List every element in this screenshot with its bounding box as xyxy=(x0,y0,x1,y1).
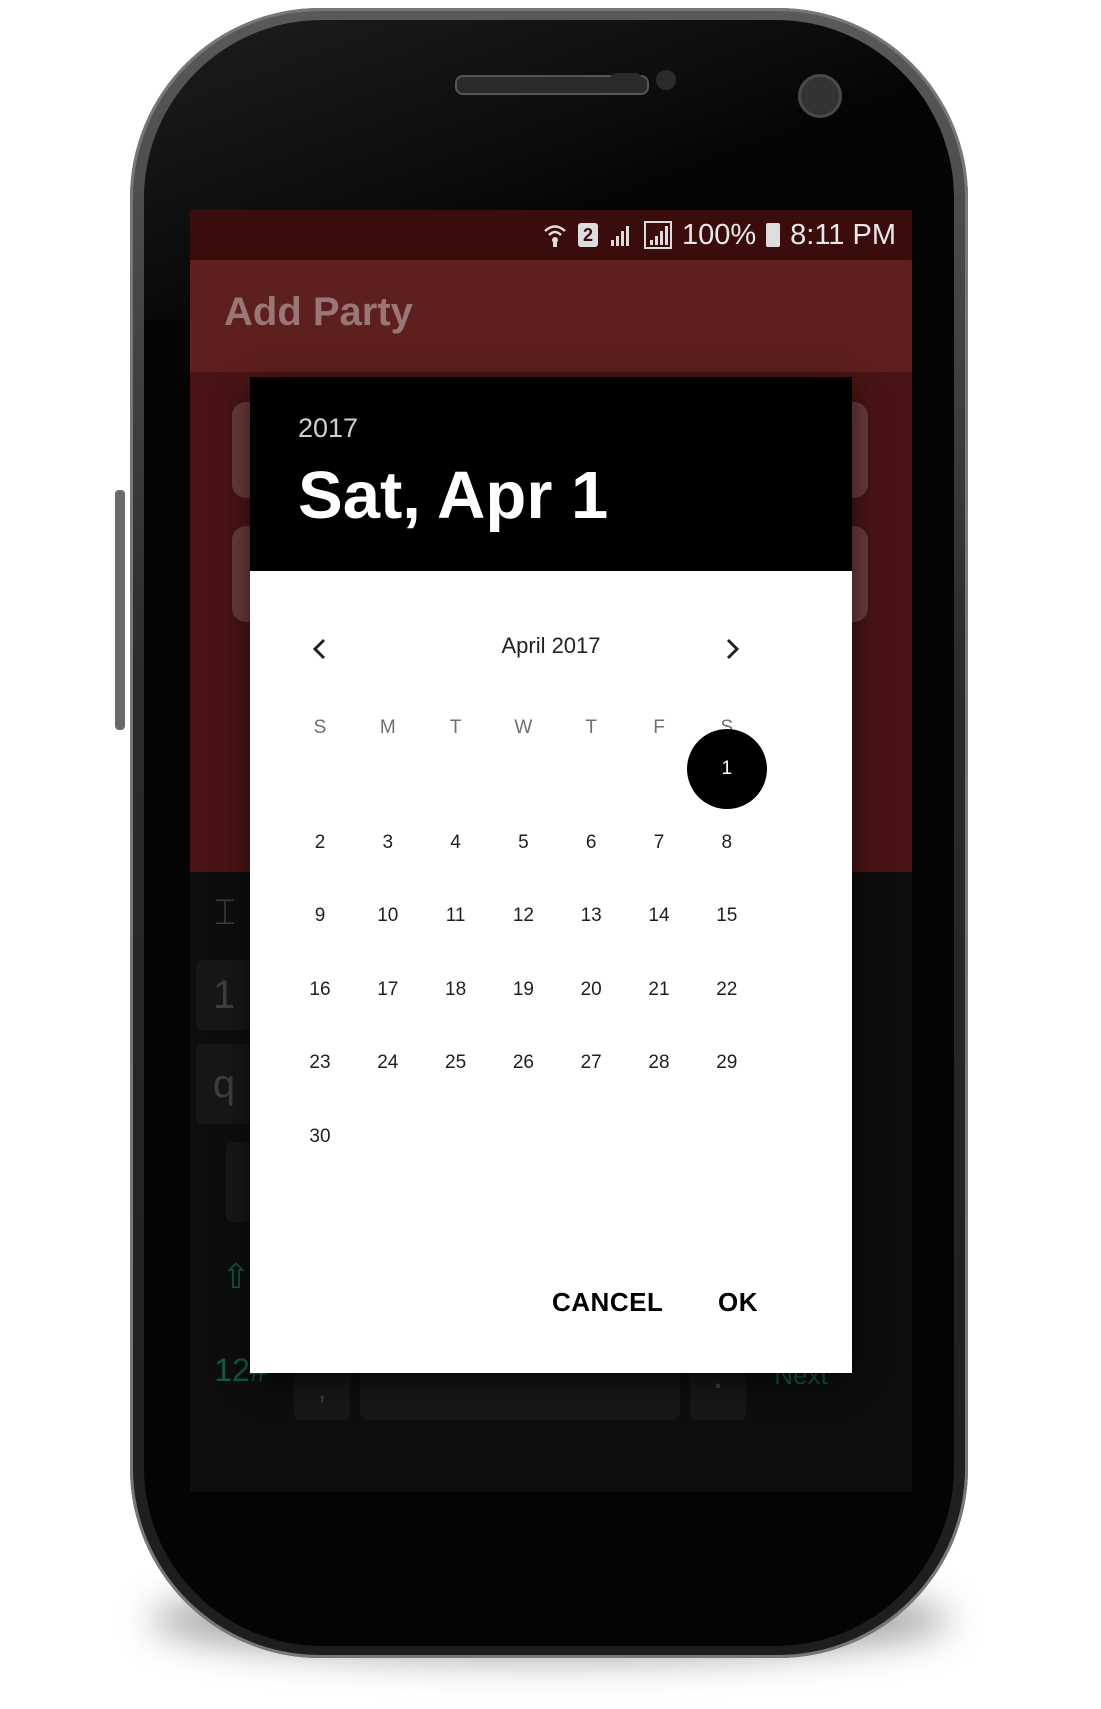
key-q[interactable]: q xyxy=(196,1044,252,1124)
weekday-label: M xyxy=(379,717,396,738)
key-1[interactable]: 1 xyxy=(196,960,252,1030)
weekday-label: T xyxy=(449,717,462,738)
date-picker-header: 2017 Sat, Apr 1 xyxy=(250,377,852,571)
signal-icon xyxy=(608,222,634,248)
light-sensor xyxy=(656,70,676,90)
calendar-day[interactable]: 22 xyxy=(697,970,757,1010)
calendar-day[interactable]: 26 xyxy=(493,1043,553,1083)
clock: 8:11 PM xyxy=(790,218,896,251)
chevron-right-icon xyxy=(726,638,740,660)
calendar-day[interactable]: 12 xyxy=(493,896,553,936)
calendar-day[interactable]: 5 xyxy=(493,823,553,863)
calendar-day[interactable]: 2 xyxy=(290,823,350,863)
calendar-day[interactable]: 13 xyxy=(561,896,621,936)
calendar-day[interactable]: 6 xyxy=(561,823,621,863)
calendar-day[interactable]: 16 xyxy=(290,970,350,1010)
calendar-day[interactable]: 17 xyxy=(358,970,418,1010)
weekday-label: T xyxy=(585,717,597,738)
phone-screen: 2 100% 8:11 PM Add Party ⌶ ☺ 1 0 q p ⇧ ⌫… xyxy=(190,210,912,1492)
calendar-day[interactable]: 19 xyxy=(493,970,553,1010)
page-title: Add Party xyxy=(224,290,413,334)
volume-button xyxy=(115,490,125,730)
key-comma-label: , xyxy=(317,1373,327,1406)
battery-icon xyxy=(766,223,781,247)
header-year[interactable]: 2017 xyxy=(298,413,358,444)
calendar-day[interactable]: 29 xyxy=(697,1043,757,1083)
calendar-day[interactable]: 30 xyxy=(290,1117,350,1157)
signal-icon xyxy=(643,221,672,249)
calendar-day[interactable]: 8 xyxy=(697,823,757,863)
front-camera xyxy=(798,74,842,118)
month-label: April 2017 xyxy=(501,633,601,658)
header-date[interactable]: Sat, Apr 1 xyxy=(298,457,608,534)
cancel-button[interactable]: CANCEL xyxy=(552,1287,663,1318)
calendar-day[interactable]: 4 xyxy=(426,823,486,863)
calendar-day[interactable]: 18 xyxy=(426,970,486,1010)
calendar-day[interactable]: 7 xyxy=(629,823,689,863)
wifi-calling-icon xyxy=(542,222,568,248)
weekday-label: S xyxy=(313,717,327,738)
calendar-day[interactable]: 25 xyxy=(426,1043,486,1083)
sim-2-icon: 2 xyxy=(577,223,598,247)
calendar-day[interactable]: 20 xyxy=(561,970,621,1010)
weekday-label: F xyxy=(653,717,665,738)
ok-button[interactable]: OK xyxy=(718,1287,758,1318)
app-bar: Add Party xyxy=(190,260,912,372)
calendar-day[interactable]: 14 xyxy=(629,896,689,936)
calendar-day[interactable]: 27 xyxy=(561,1043,621,1083)
calendar-day[interactable]: 21 xyxy=(629,970,689,1010)
date-picker-dialog: 2017 Sat, Apr 1 April 2017 SMTWTFS 12345… xyxy=(250,377,852,1373)
calendar-day[interactable]: 28 xyxy=(629,1043,689,1083)
battery-percent: 100% xyxy=(681,218,757,251)
shift-icon[interactable]: ⇧ xyxy=(220,1242,252,1312)
calendar-day[interactable]: 24 xyxy=(358,1043,418,1083)
text-cursor-icon[interactable]: ⌶ xyxy=(200,882,250,942)
next-month-button[interactable] xyxy=(712,629,752,669)
calendar-day[interactable]: 11 xyxy=(426,896,486,936)
key-a[interactable] xyxy=(226,1142,252,1222)
weekday-label: W xyxy=(514,717,533,738)
proximity-sensor xyxy=(610,73,642,87)
calendar-day[interactable]: 15 xyxy=(697,896,757,936)
calendar-day[interactable]: 9 xyxy=(290,896,350,936)
status-bar: 2 100% 8:11 PM xyxy=(190,210,912,260)
calendar-day[interactable]: 3 xyxy=(358,823,418,863)
calendar-day[interactable]: 10 xyxy=(358,896,418,936)
calendar-day[interactable]: 23 xyxy=(290,1043,350,1083)
calendar-day-selected[interactable]: 1 xyxy=(686,729,767,809)
